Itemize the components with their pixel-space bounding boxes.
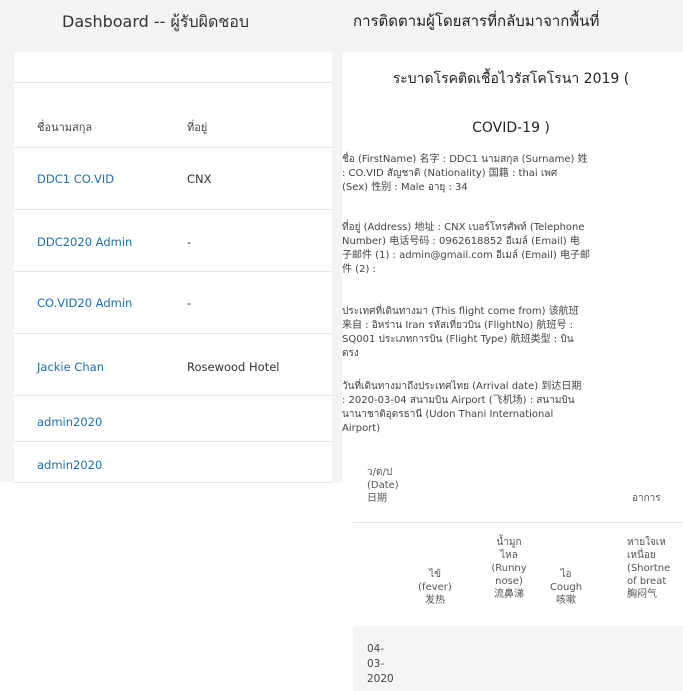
flight-info: ประเทศที่เดินทางมา (This flight come fro… — [342, 305, 682, 361]
column-header-date: ว/ด/ป (Date) 日期 — [367, 466, 399, 505]
user-address: - — [187, 235, 192, 249]
divider — [14, 82, 332, 83]
user-name-link[interactable]: Jackie Chan — [37, 360, 104, 374]
date-text: 03- — [367, 658, 385, 670]
modal-heading-line1: ระบาดโรคติดเชื้อไวรัสโคโรนา 2019 ( — [392, 71, 630, 87]
header-text: Cough — [549, 582, 583, 593]
user-address: Rosewood Hotel — [187, 360, 280, 374]
header-text: ไหล — [500, 550, 518, 561]
passenger-identity: ชื่อ (FirstName) 名字 : DDC1 นามสกุล (Surn… — [342, 153, 682, 195]
panel-gutter — [332, 52, 342, 482]
table-row[interactable]: admin2020 — [14, 395, 332, 442]
info-line: 件 (2) : — [342, 264, 376, 275]
info-line: ตรง — [342, 348, 359, 359]
user-name-link[interactable]: DDC2020 Admin — [37, 235, 132, 249]
table-row[interactable]: admin2020 — [14, 441, 332, 483]
table-row — [353, 626, 683, 691]
header-text: ไอ — [560, 569, 572, 580]
header-text: เหนื่อย — [627, 550, 656, 561]
user-name-link[interactable]: CO.VID20 Admin — [37, 296, 132, 310]
column-header-cough: ไอ Cough 咳嗽 — [543, 568, 589, 607]
column-header-address[interactable]: ที่อยู่ — [187, 118, 207, 136]
header-text: (Date) — [367, 480, 399, 491]
user-name-link[interactable]: admin2020 — [37, 415, 102, 429]
header-text: 咳嗽 — [556, 595, 576, 606]
user-name-link[interactable]: admin2020 — [37, 458, 102, 472]
dashboard-title: Dashboard -- ผู้รับผิดชอบ — [62, 12, 250, 31]
info-line: : CO.VID สัญชาติ (Nationality) 国籍 : thai… — [342, 168, 558, 179]
header-text: 发热 — [425, 595, 445, 606]
header-text: nose) — [495, 576, 523, 587]
arrival-info: วันที่เดินทางมาถึงประเทศไทย (Arrival dat… — [342, 380, 682, 436]
table-row[interactable]: DDC1 CO.VID CNX — [14, 147, 332, 210]
header-text: (Shortne — [627, 563, 671, 574]
column-header-symptoms: อาการ — [632, 493, 661, 504]
column-header-name[interactable]: ชื่อนามสกุล — [37, 118, 92, 136]
info-line: SQ001 ประเภทการบิน (Flight Type) 航班类型 : … — [342, 334, 574, 345]
user-address: CNX — [187, 172, 212, 186]
header-text: น้ำมูก — [496, 537, 522, 548]
header-text: ว/ด/ป — [367, 467, 393, 478]
info-line: นานาชาติอุดรธานี (Udon Thani Internation… — [342, 409, 554, 420]
divider — [353, 522, 683, 523]
table-row[interactable]: DDC2020 Admin - — [14, 209, 332, 272]
info-line: ประเทศที่เดินทางมา (This flight come fro… — [342, 306, 579, 317]
header-text: of breat — [627, 576, 667, 587]
column-header-runny-nose: น้ำมูก ไหล (Runny nose) 流鼻涕 — [486, 536, 532, 601]
header-text: (Runny — [491, 563, 527, 574]
info-line: 来自 : อิหร่าน Iran รหัสเที่ยวบิน (FlightN… — [342, 320, 573, 331]
info-line: ที่อยู่ (Address) 地址 : CNX เบอร์โทรศัพท์… — [342, 222, 585, 233]
passenger-contact: ที่อยู่ (Address) 地址 : CNX เบอร์โทรศัพท์… — [342, 221, 682, 277]
date-text: 04- — [367, 643, 385, 655]
info-line: ชื่อ (FirstName) 名字 : DDC1 นามสกุล (Surn… — [342, 154, 588, 165]
header-text: 胸闷气 — [627, 589, 657, 600]
info-line: : 2020-03-04 สนามบิน Airport (飞机场) : สนา… — [342, 395, 575, 406]
info-line: วันที่เดินทางมาถึงประเทศไทย (Arrival dat… — [342, 381, 582, 392]
header-text: ไข้ — [429, 569, 441, 580]
column-header-shortness-of-breath: หายใจเห เหนื่อย (Shortne of breat 胸闷气 — [627, 536, 670, 601]
user-name-link[interactable]: DDC1 CO.VID — [37, 172, 114, 186]
date-text: 2020 — [367, 673, 394, 685]
info-line: Number) 电话号码 : 0962618852 อีเมล์ (Email)… — [342, 236, 580, 247]
header-text: 流鼻涕 — [494, 589, 524, 600]
left-margin — [0, 52, 14, 482]
user-address: - — [187, 296, 192, 310]
table-row[interactable]: Jackie Chan Rosewood Hotel — [14, 333, 332, 396]
page-heading: การติดตามผู้โดยสารที่กลับมาจากพื้นที่ — [353, 12, 600, 30]
header-text: 日期 — [367, 493, 387, 504]
modal-heading-line2: COVID-19 ) — [472, 120, 550, 136]
info-line: (Sex) 性别 : Male อายุ : 34 — [342, 182, 468, 193]
info-line: Airport) — [342, 423, 381, 434]
info-line: 子邮件 (1) : admin@gmail.com อีเมล์ (Email)… — [342, 250, 590, 261]
column-header-fever: ไข้ (fever) 发热 — [412, 568, 458, 607]
header-text: หายใจเห — [627, 537, 666, 548]
table-row[interactable]: CO.VID20 Admin - — [14, 271, 332, 334]
date-cell: 04- 03- 2020 — [367, 642, 394, 687]
header-text: (fever) — [418, 582, 452, 593]
